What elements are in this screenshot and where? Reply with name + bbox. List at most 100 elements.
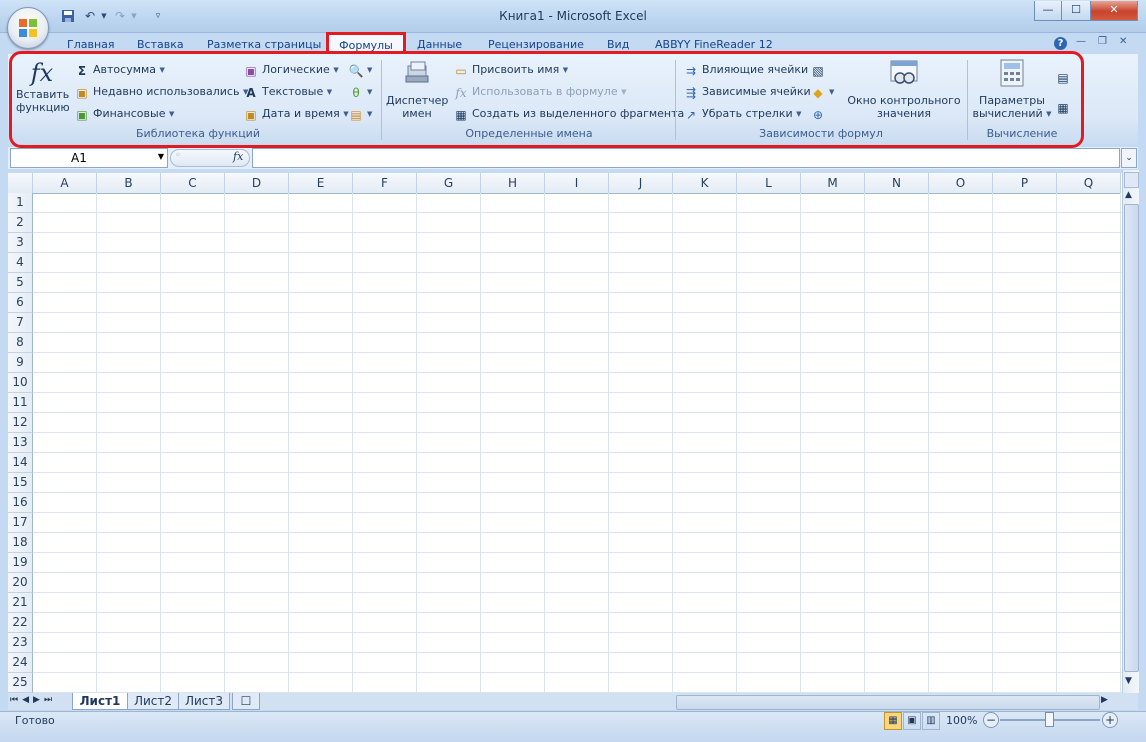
tab-formulas[interactable]: Формулы <box>326 32 406 56</box>
datetime-functions-button[interactable]: ▣ Дата и время ▼ <box>243 105 348 123</box>
row-header[interactable]: 9 <box>8 353 33 373</box>
evaluate-formula-button[interactable]: ⊕ <box>810 105 829 123</box>
expand-formula-bar-icon[interactable]: ⌄ <box>1121 148 1137 168</box>
help-icon[interactable]: ? <box>1054 37 1067 50</box>
tab-home[interactable]: Главная <box>67 36 115 54</box>
use-in-formula-button[interactable]: fx Использовать в формуле ▼ <box>453 83 626 101</box>
tab-view[interactable]: Вид <box>607 36 629 54</box>
worksheet-grid[interactable]: A B C D E F G H I J K L M N O P Q 1 2 3 4 5 6 7 8 9 10 11 12 13 14 15 16… <box>8 173 1122 693</box>
row-header[interactable]: 11 <box>8 393 33 413</box>
vertical-scrollbar[interactable]: ▲ ▼ <box>1122 170 1139 693</box>
financial-functions-button[interactable]: ▣ Финансовые ▼ <box>74 105 174 123</box>
row-header[interactable]: 13 <box>8 433 33 453</box>
recent-functions-button[interactable]: ▣ Недавно использовались ▼ <box>74 83 248 101</box>
name-box-dropdown-icon[interactable]: ▼ <box>158 152 164 161</box>
row-header[interactable]: 3 <box>8 233 33 253</box>
column-header[interactable]: D <box>225 173 289 194</box>
assign-name-button[interactable]: ▭ Присвоить имя ▼ <box>453 61 568 79</box>
row-header[interactable]: 6 <box>8 293 33 313</box>
tab-page-layout[interactable]: Разметка страницы <box>207 36 321 54</box>
normal-view-icon[interactable]: ▦ <box>884 712 902 730</box>
row-header[interactable]: 1 <box>8 193 33 213</box>
scroll-thumb[interactable] <box>1124 204 1139 672</box>
tab-review[interactable]: Рецензирование <box>488 36 584 54</box>
close-button[interactable]: ✕ <box>1090 1 1138 21</box>
row-header[interactable]: 20 <box>8 573 33 593</box>
autosum-button[interactable]: Σ Автосумма ▼ <box>74 61 165 79</box>
row-header[interactable]: 17 <box>8 513 33 533</box>
row-header[interactable]: 22 <box>8 613 33 633</box>
row-header[interactable]: 21 <box>8 593 33 613</box>
zoom-out-icon[interactable]: − <box>983 712 999 728</box>
zoom-in-icon[interactable]: + <box>1102 712 1118 728</box>
name-manager-button[interactable]: Диспетчер имен <box>386 58 448 124</box>
create-from-selection-button[interactable]: ▦ Создать из выделенного фрагмента <box>453 105 684 123</box>
sheet-nav-icon[interactable]: ⏮◀▶⏭ <box>10 695 56 705</box>
column-header[interactable]: B <box>97 173 161 194</box>
undo-dropdown-icon[interactable]: ▼ <box>96 9 112 23</box>
row-header[interactable]: 7 <box>8 313 33 333</box>
error-checking-button[interactable]: ◆ ▼ <box>810 83 834 101</box>
text-functions-button[interactable]: A Текстовые ▼ <box>243 83 332 101</box>
column-header[interactable]: M <box>801 173 865 194</box>
sheet-tab-1[interactable]: Лист1 <box>72 693 128 710</box>
logical-functions-button[interactable]: ▣ Логические ▼ <box>243 61 338 79</box>
name-box[interactable]: A1 ▼ <box>10 148 168 168</box>
column-header[interactable]: C <box>161 173 225 194</box>
minimize-button[interactable]: — <box>1034 1 1062 21</box>
tab-data[interactable]: Данные <box>417 36 462 54</box>
select-all-corner[interactable] <box>8 173 33 194</box>
row-header[interactable]: 16 <box>8 493 33 513</box>
row-header[interactable]: 18 <box>8 533 33 553</box>
sheet-tab-3[interactable]: Лист3 <box>178 693 230 710</box>
office-button[interactable] <box>7 7 49 49</box>
remove-arrows-button[interactable]: ↗ Убрать стрелки ▼ <box>683 105 802 123</box>
watch-window-button[interactable]: Окно контрольного значения <box>842 58 966 124</box>
row-header[interactable]: 4 <box>8 253 33 273</box>
horizontal-scrollbar[interactable] <box>676 695 1100 710</box>
row-header[interactable]: 10 <box>8 373 33 393</box>
column-header[interactable]: N <box>865 173 929 194</box>
ribbon-close-button[interactable]: ✕ <box>1119 36 1127 47</box>
row-header[interactable]: 2 <box>8 213 33 233</box>
page-layout-view-icon[interactable]: ▣ <box>903 712 921 730</box>
row-header[interactable]: 15 <box>8 473 33 493</box>
insert-function-fx-icon[interactable]: fx <box>233 150 243 163</box>
trace-precedents-button[interactable]: ⇉ Влияющие ячейки <box>683 61 808 79</box>
ribbon-minimize-button[interactable]: — <box>1076 36 1086 47</box>
sheet-tab-2[interactable]: Лист2 <box>127 693 179 710</box>
trace-dependents-button[interactable]: ⇶ Зависимые ячейки <box>683 83 811 101</box>
row-header[interactable]: 25 <box>8 673 33 693</box>
insert-function-button[interactable]: fx Вставить функцию <box>16 58 70 124</box>
math-functions-button[interactable]: θ ▼ <box>348 83 372 101</box>
column-header[interactable]: A <box>33 173 97 194</box>
column-header[interactable]: G <box>417 173 481 194</box>
customize-icon[interactable]: ▿ <box>150 9 166 23</box>
row-header[interactable]: 8 <box>8 333 33 353</box>
column-header[interactable]: O <box>929 173 993 194</box>
column-header[interactable]: K <box>673 173 737 194</box>
calculate-now-button[interactable]: ▤ <box>1055 68 1074 86</box>
scroll-up-icon[interactable]: ▲ <box>1125 190 1132 200</box>
column-header[interactable]: J <box>609 173 673 194</box>
show-formulas-button[interactable]: ▧ <box>810 61 829 79</box>
row-header[interactable]: 23 <box>8 633 33 653</box>
column-header[interactable]: E <box>289 173 353 194</box>
ribbon-restore-button[interactable]: ❐ <box>1098 36 1107 47</box>
column-header[interactable]: I <box>545 173 609 194</box>
column-header[interactable]: Q <box>1057 173 1121 194</box>
row-header[interactable]: 12 <box>8 413 33 433</box>
more-functions-button[interactable]: ▤ ▼ <box>348 105 372 123</box>
redo-dropdown-icon[interactable]: ▼ <box>126 9 142 23</box>
tab-insert[interactable]: Вставка <box>137 36 184 54</box>
insert-sheet-icon[interactable]: ☐ <box>232 693 260 710</box>
scroll-down-icon[interactable]: ▼ <box>1125 676 1132 686</box>
row-header[interactable]: 5 <box>8 273 33 293</box>
tab-abbyy[interactable]: ABBYY FineReader 12 <box>655 36 773 54</box>
row-header[interactable]: 19 <box>8 553 33 573</box>
maximize-button[interactable]: ☐ <box>1061 1 1091 21</box>
calculation-options-button[interactable]: Параметры вычислений ▼ <box>972 58 1052 124</box>
row-header[interactable]: 24 <box>8 653 33 673</box>
column-header[interactable]: H <box>481 173 545 194</box>
lookup-functions-button[interactable]: 🔍 ▼ <box>348 61 373 79</box>
